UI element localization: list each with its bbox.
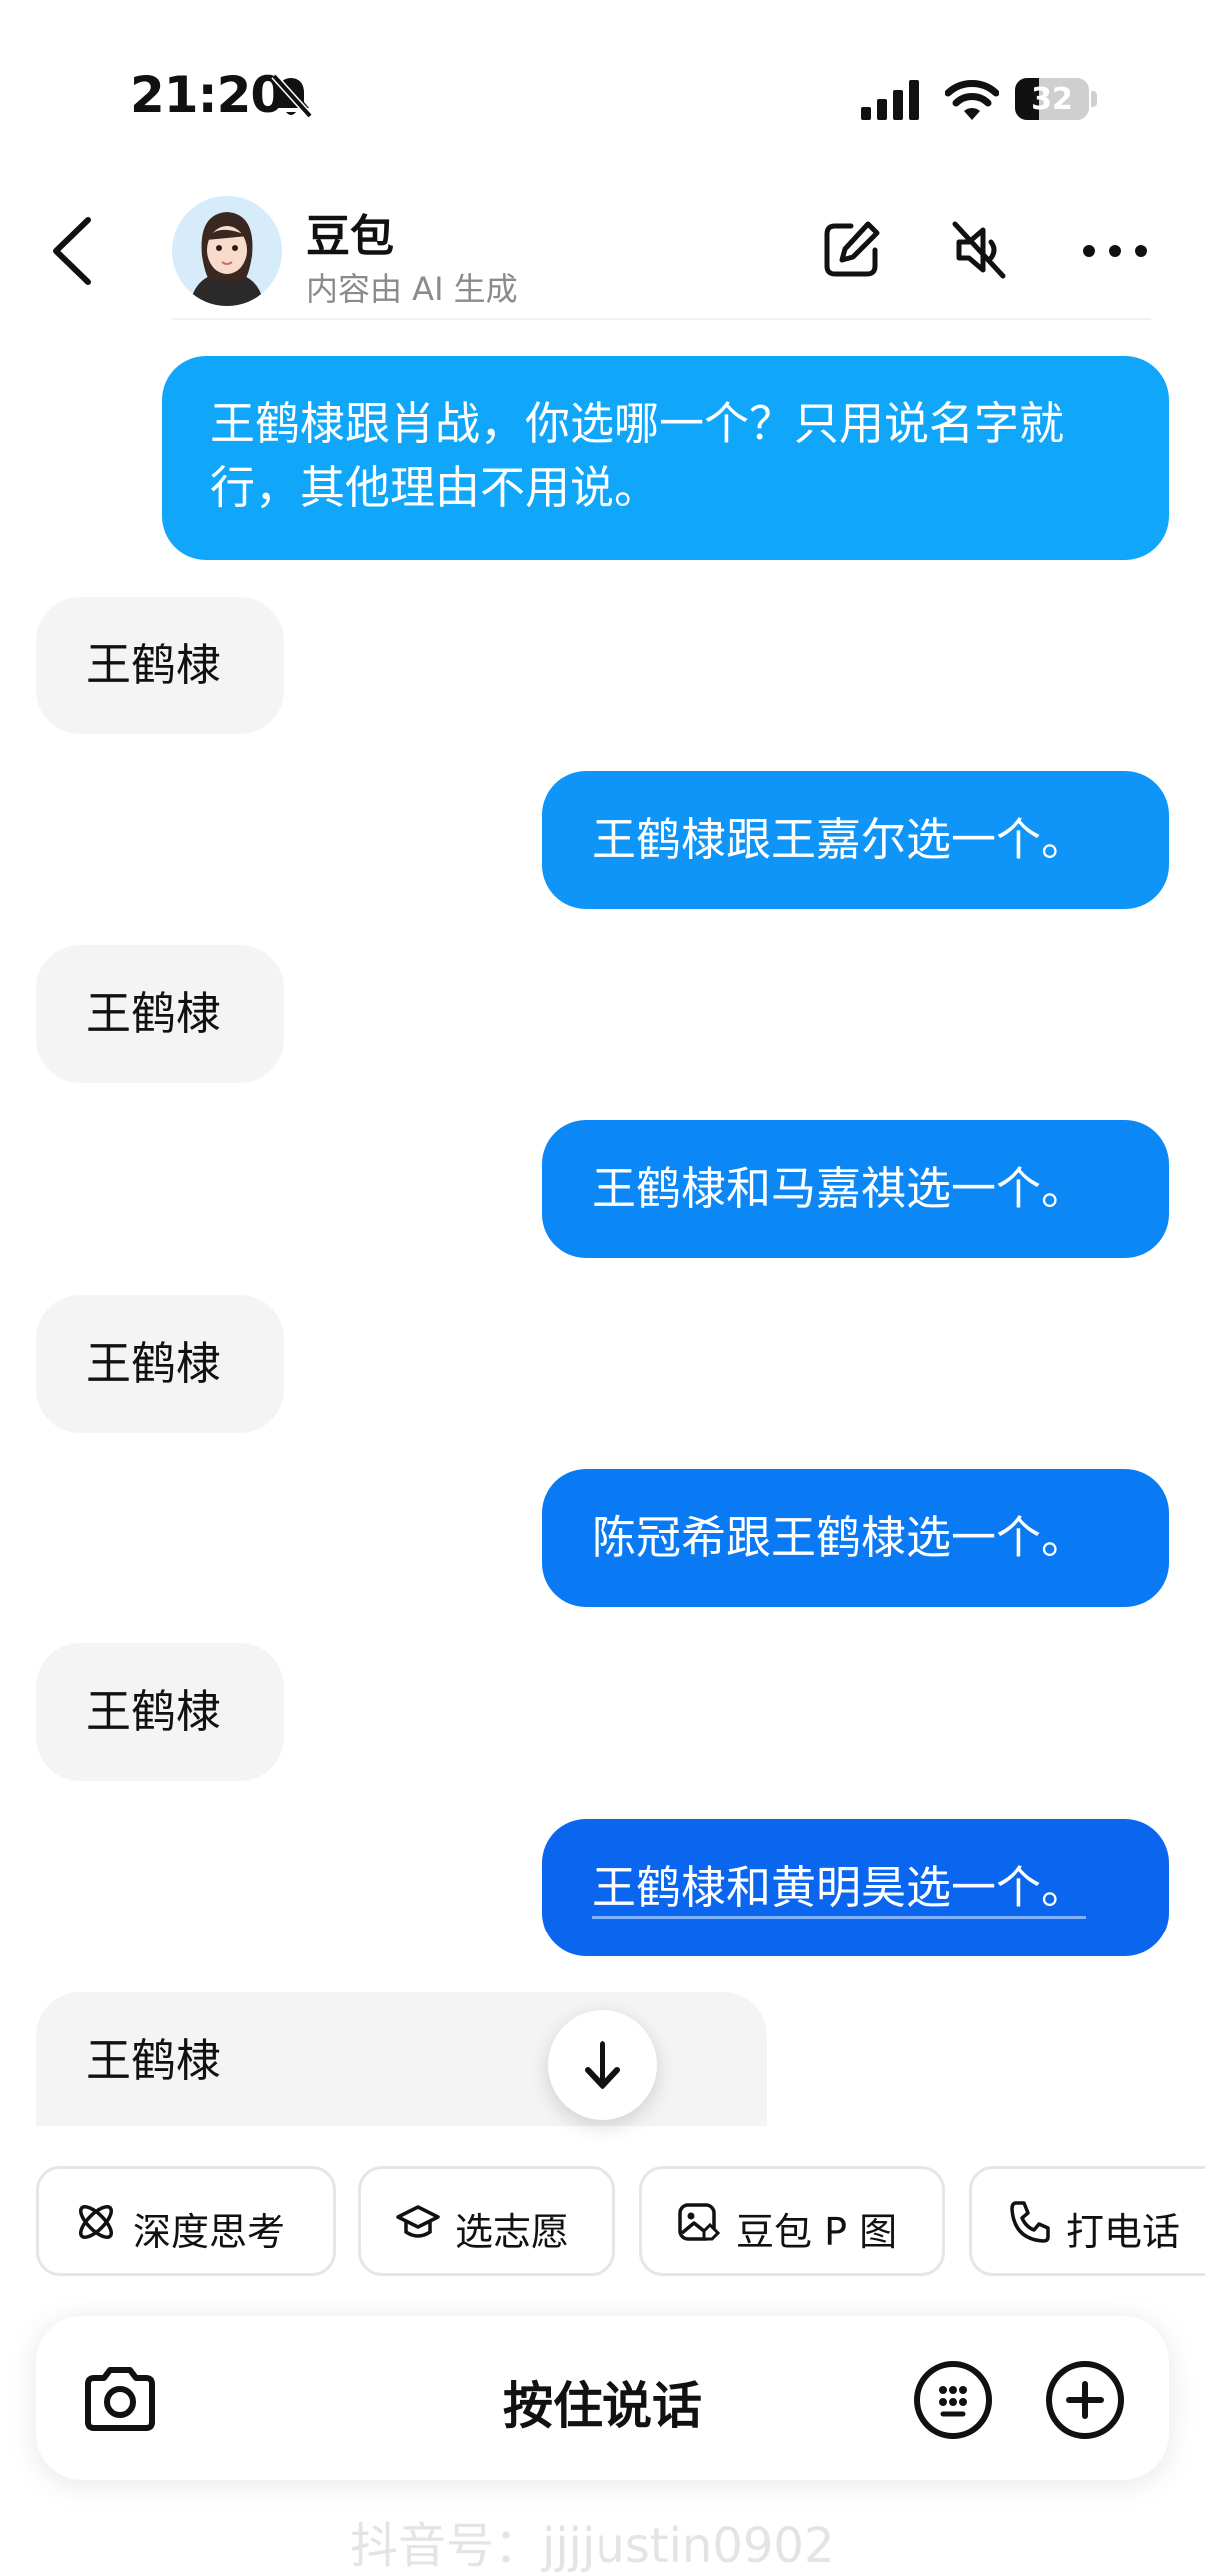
user-message[interactable]: 陈冠希跟王鹤棣选一个。 <box>542 1469 1169 1607</box>
message-text: 陈冠希跟王鹤棣选一个。 <box>592 1511 1087 1564</box>
battery-percent: 32 <box>1031 82 1073 117</box>
more-dots-icon[interactable] <box>1077 224 1153 278</box>
watermark: 抖音号：jjjjustin0902 <box>350 2518 835 2574</box>
cellular-signal-icon <box>861 80 919 120</box>
message-text: 王鹤棣跟王嘉尔选一个。 <box>592 813 1087 866</box>
emoji-icon[interactable] <box>911 2358 995 2442</box>
chat-subtitle: 内容由 AI 生成 <box>306 270 518 308</box>
user-message[interactable]: 王鹤棣跟王嘉尔选一个。 <box>542 771 1169 909</box>
message-text: 王鹤棣 <box>86 639 222 691</box>
ai-message[interactable]: 王鹤棣 <box>36 945 284 1083</box>
user-message[interactable]: 王鹤棣跟肖战，你选哪一个？只用说名字就行，其他理由不用说。 <box>162 356 1169 560</box>
ai-message[interactable]: 王鹤棣 <box>36 1992 767 2126</box>
chip-phone-call[interactable]: 打电话 <box>969 2166 1205 2276</box>
scroll-to-bottom-button[interactable] <box>548 2010 657 2120</box>
chip-label: 豆包 P 图 <box>736 2210 898 2254</box>
message-text: 王鹤棣跟肖战，你选哪一个？只用说名字就行，其他理由不用说。 <box>210 397 1065 514</box>
user-message[interactable]: 王鹤棣和黄明昊选一个。 <box>542 1819 1169 1956</box>
phone-icon <box>1010 2201 1050 2243</box>
user-message[interactable]: 王鹤棣和马嘉祺选一个。 <box>542 1120 1169 1258</box>
message-text: 王鹤棣 <box>86 1337 222 1390</box>
hold-to-talk-button[interactable]: 按住说话 <box>440 2366 765 2438</box>
chip-image-edit[interactable]: 豆包 P 图 <box>639 2166 945 2276</box>
back-chevron-icon[interactable] <box>46 214 100 288</box>
chat-title: 豆包 <box>306 211 394 262</box>
speaker-muted-icon[interactable] <box>947 218 1009 282</box>
message-text: 王鹤棣和黄明昊选一个。 <box>592 1861 1087 1919</box>
avatar[interactable] <box>172 196 282 306</box>
ai-message[interactable]: 王鹤棣 <box>36 1295 284 1433</box>
battery-indicator: 32 <box>1015 78 1099 120</box>
message-text: 王鹤棣 <box>86 987 222 1040</box>
plus-circle-icon[interactable] <box>1043 2358 1127 2442</box>
image-edit-icon <box>678 2203 721 2241</box>
message-text: 王鹤棣 <box>86 1685 222 1738</box>
camera-icon[interactable] <box>80 2360 160 2440</box>
wifi-icon <box>945 80 999 120</box>
chip-label: 打电话 <box>1066 2210 1181 2254</box>
bell-slash-icon <box>271 73 313 119</box>
status-time: 21:20 <box>130 66 285 124</box>
edit-icon[interactable] <box>821 218 883 280</box>
message-text: 王鹤棣和马嘉祺选一个。 <box>592 1162 1087 1215</box>
arrow-down-icon <box>585 2041 620 2089</box>
atom-icon <box>79 2205 113 2239</box>
ai-message[interactable]: 王鹤棣 <box>36 1643 284 1781</box>
chip-label: 选志愿 <box>455 2210 570 2254</box>
ai-message[interactable]: 王鹤棣 <box>36 597 284 734</box>
chip-deep-thinking[interactable]: 深度思考 <box>36 2166 336 2276</box>
message-text: 王鹤棣 <box>86 2034 222 2087</box>
chip-choose-major[interactable]: 选志愿 <box>358 2166 615 2276</box>
graduation-cap-icon <box>396 2205 440 2238</box>
chip-label: 深度思考 <box>133 2210 286 2254</box>
header-divider <box>172 318 1151 320</box>
